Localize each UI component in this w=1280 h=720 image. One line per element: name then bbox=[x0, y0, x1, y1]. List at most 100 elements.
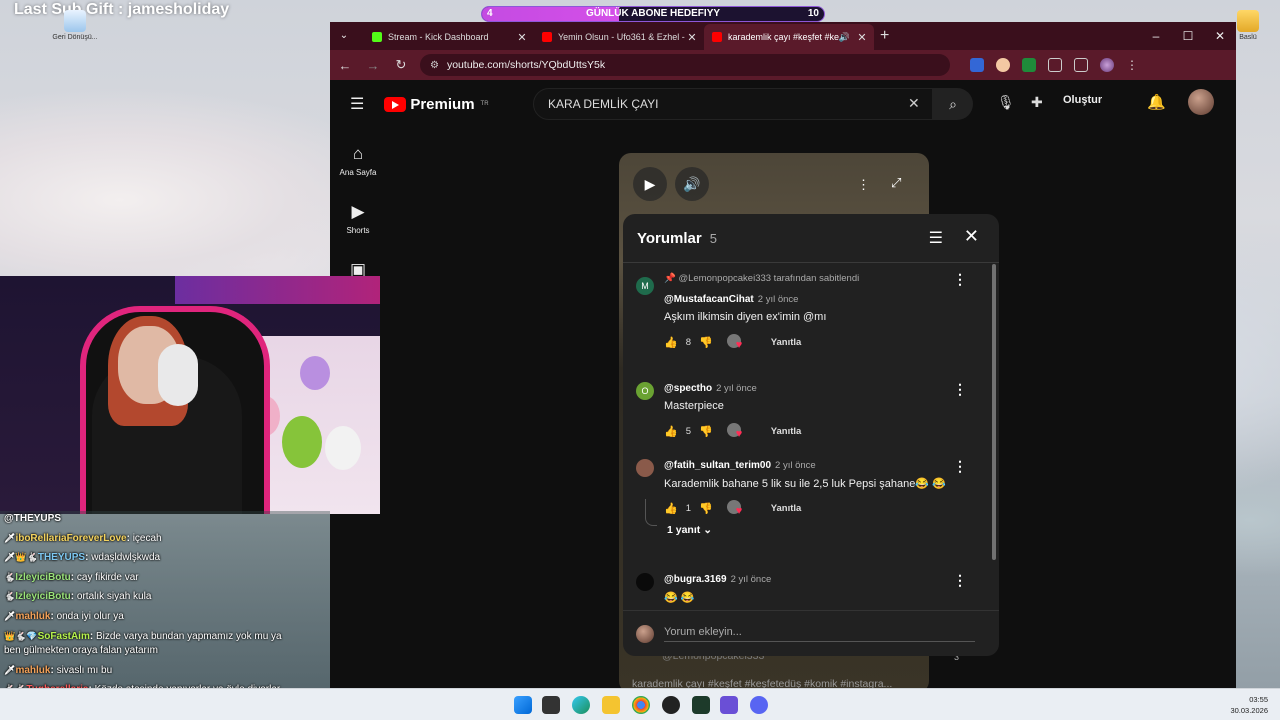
search-button[interactable]: ⌕ bbox=[933, 88, 973, 120]
comment-avatar[interactable]: M bbox=[636, 277, 654, 295]
chat-username[interactable]: IzleyiciBotu bbox=[15, 591, 71, 602]
chat-badges: 🗡 bbox=[4, 611, 16, 621]
pinned-label: 📌 @Lemonpopcakei333 tarafından sabitlend… bbox=[664, 273, 860, 284]
account-avatar[interactable] bbox=[1188, 89, 1214, 115]
comment-more-icon[interactable]: ⋮ bbox=[953, 381, 967, 398]
chat-text: ben gülmekten oraya falan yatarım bbox=[4, 645, 158, 656]
show-replies-button[interactable]: 1 yanıt ⌄ bbox=[667, 524, 712, 536]
tab-kick-dashboard[interactable]: Stream - Kick Dashboard ✕ bbox=[364, 24, 534, 50]
app-icon[interactable] bbox=[720, 696, 738, 714]
edge-icon[interactable] bbox=[572, 696, 590, 714]
recycle-bin-icon bbox=[64, 10, 86, 32]
video-more-icon[interactable]: ⋮ bbox=[857, 177, 870, 193]
minimize-button[interactable]: – bbox=[1140, 22, 1172, 50]
volume-icon[interactable]: 🔊 bbox=[675, 167, 709, 201]
goal-label: GÜNLÜK ABONE HEDEFIYY bbox=[585, 8, 721, 19]
url-field[interactable]: ⚙ youtube.com/shorts/YQbdUttsY5k bbox=[420, 54, 950, 76]
add-comment-input[interactable]: Yorum ekleyin... bbox=[664, 626, 975, 642]
comment-avatar[interactable] bbox=[636, 459, 654, 477]
comment-author[interactable]: @fatih_sultan_terim00 2 yıl önce bbox=[664, 460, 816, 471]
close-comments-icon[interactable]: ✕ bbox=[964, 226, 979, 247]
comment-more-icon[interactable]: ⋮ bbox=[953, 271, 967, 288]
kick-app-icon[interactable] bbox=[692, 696, 710, 714]
comment-time: 2 yıl önce bbox=[730, 574, 772, 585]
sidebar-item-home[interactable]: ⌂ Ana Sayfa bbox=[336, 144, 380, 177]
dislike-icon[interactable]: 👎 bbox=[699, 336, 713, 349]
like-icon[interactable]: 👍 bbox=[664, 336, 678, 349]
like-icon[interactable]: 👍 bbox=[664, 502, 678, 515]
comment-more-icon[interactable]: ⋮ bbox=[953, 572, 967, 589]
reply-button[interactable]: Yanıtla bbox=[771, 337, 802, 348]
dislike-icon[interactable]: 👎 bbox=[699, 502, 713, 515]
site-info-icon[interactable]: ⚙ bbox=[430, 60, 439, 71]
new-tab-button[interactable]: + bbox=[880, 27, 889, 45]
extension-icon[interactable] bbox=[1022, 58, 1036, 72]
chat-username[interactable]: mahluk bbox=[15, 611, 50, 622]
comment-avatar[interactable] bbox=[636, 573, 654, 591]
youtube-logo[interactable]: Premium TR bbox=[384, 96, 489, 113]
tab-bar: ⌄ Stream - Kick Dashboard ✕ Yemin Olsun … bbox=[330, 22, 1236, 50]
chat-message: 👑🐇💎SoFastAim: Bizde varya bundan yapmamı… bbox=[4, 631, 282, 642]
comment-author[interactable]: @MustafacanCihat 2 yıl önce bbox=[664, 294, 798, 305]
media-controls-icon[interactable] bbox=[1074, 58, 1088, 72]
comment-avatar[interactable]: O bbox=[636, 382, 654, 400]
comment-author[interactable]: @bugra.3169 2 yıl önce bbox=[664, 574, 771, 585]
shorts-icon: ▶ bbox=[351, 202, 365, 221]
menu-icon[interactable]: ☰ bbox=[350, 94, 364, 114]
sort-icon[interactable]: ☰ bbox=[929, 228, 943, 248]
browser-menu-icon[interactable]: ⋮ bbox=[1126, 58, 1138, 72]
clock[interactable]: 03:55 30.03.2026 bbox=[1230, 694, 1268, 716]
comment-more-icon[interactable]: ⋮ bbox=[953, 458, 967, 475]
maximize-button[interactable]: ☐ bbox=[1172, 22, 1204, 50]
tab-close-icon[interactable]: ✕ bbox=[516, 31, 528, 44]
chat-username[interactable]: iboRellariaForeverLove bbox=[15, 533, 126, 544]
notifications-bell-icon[interactable]: 🔔 bbox=[1147, 93, 1166, 111]
play-icon[interactable]: ▶ bbox=[633, 167, 667, 201]
file-explorer-icon[interactable] bbox=[602, 696, 620, 714]
discord-icon[interactable] bbox=[750, 696, 768, 714]
profile-icon[interactable] bbox=[1100, 58, 1114, 72]
chat-username[interactable]: IzleyiciBotu bbox=[15, 572, 71, 583]
chat-username[interactable]: SoFastAim bbox=[38, 631, 90, 642]
microphone-icon[interactable]: 🎙 bbox=[997, 94, 1015, 111]
chrome-icon[interactable] bbox=[632, 696, 650, 714]
reply-button[interactable]: Yanıtla bbox=[771, 426, 802, 437]
comments-scrollbar[interactable] bbox=[992, 264, 996, 560]
creator-heart-icon: ♥ bbox=[726, 334, 749, 351]
chat-username[interactable]: mahluk bbox=[15, 665, 50, 676]
home-icon: ⌂ bbox=[352, 144, 364, 163]
task-view-icon[interactable] bbox=[542, 696, 560, 714]
comments-count: 5 bbox=[709, 230, 717, 246]
create-button[interactable]: Oluştur bbox=[1063, 94, 1102, 106]
tab-close-icon[interactable]: ✕ bbox=[856, 31, 868, 44]
chat-username[interactable]: THEYUPS bbox=[38, 552, 85, 563]
tab-yemin-olsun[interactable]: Yemin Olsun - Ufo361 & Ezhel - Yo ✕ bbox=[534, 24, 704, 50]
clear-search-icon[interactable]: ✕ bbox=[908, 95, 920, 112]
like-icon[interactable]: 👍 bbox=[664, 425, 678, 438]
extension-icon[interactable] bbox=[996, 58, 1010, 72]
sidebar-item-shorts[interactable]: ▶ Shorts bbox=[336, 202, 380, 235]
tab-karademlik[interactable]: karademlik çayı #keşfet #keşfe 🔊 ✕ bbox=[704, 24, 874, 50]
tab-list-chevron-icon[interactable]: ⌄ bbox=[334, 26, 354, 46]
fullscreen-icon[interactable]: ⤢ bbox=[891, 175, 901, 191]
desktop-icon-recycle-bin[interactable]: Geri Dönüşü... bbox=[49, 10, 101, 41]
close-window-button[interactable]: ✕ bbox=[1204, 22, 1236, 50]
tab-close-icon[interactable]: ✕ bbox=[686, 31, 698, 44]
translate-icon[interactable] bbox=[970, 58, 984, 72]
obs-icon[interactable] bbox=[662, 696, 680, 714]
forward-arrow-icon[interactable]: → bbox=[364, 58, 382, 73]
back-arrow-icon[interactable]: ← bbox=[336, 58, 354, 73]
dislike-icon[interactable]: 👎 bbox=[699, 425, 713, 438]
puzzle-icon[interactable] bbox=[1048, 58, 1062, 72]
chat-message: 🗡👑🐇THEYUPS: wdaşldwlşkwda bbox=[4, 552, 161, 563]
search-input[interactable]: KARA DEMLİK ÇAYI bbox=[533, 88, 933, 120]
start-icon[interactable] bbox=[514, 696, 532, 714]
reply-button[interactable]: Yanıtla bbox=[771, 503, 802, 514]
create-plus-icon[interactable]: ✚ bbox=[1031, 94, 1043, 111]
comment-author[interactable]: @spectho 2 yıl önce bbox=[664, 383, 757, 394]
comments-list[interactable]: M 📌 @Lemonpopcakei333 tarafından sabitle… bbox=[623, 263, 999, 608]
chat-badges: 👑🐇💎 bbox=[4, 631, 38, 641]
audio-playing-icon[interactable]: 🔊 bbox=[839, 32, 850, 43]
address-bar-row: ← → ↻ ⚙ youtube.com/shorts/YQbdUttsY5k ⋮ bbox=[330, 50, 1236, 80]
reload-icon[interactable]: ↻ bbox=[392, 57, 410, 73]
